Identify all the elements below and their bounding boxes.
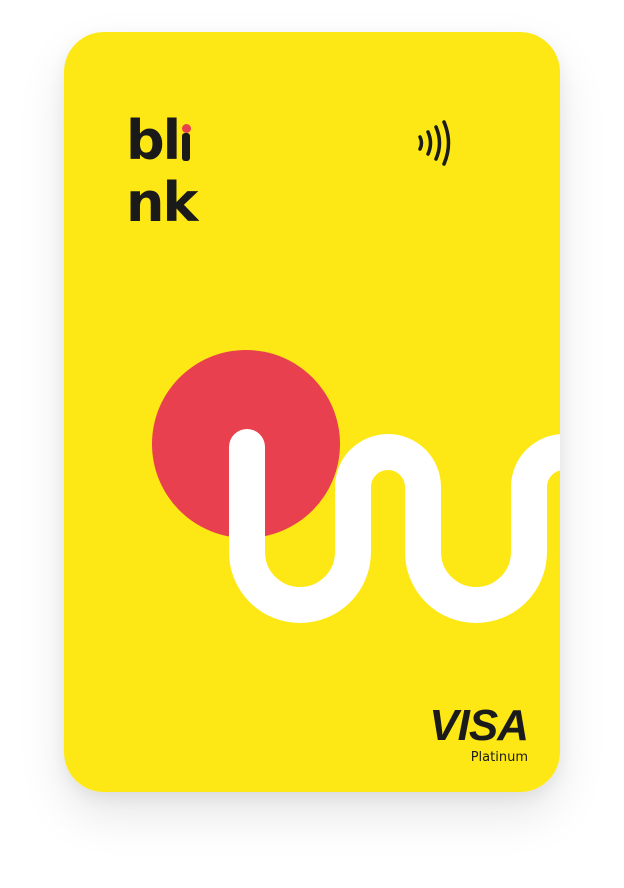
logo-text-prefix: bl (126, 109, 181, 172)
card-network: VISA Platinum (388, 701, 529, 766)
logo-letter-i (179, 110, 193, 172)
blink-logo: bl nk (126, 109, 246, 234)
card-tier-label: Platinum (470, 750, 528, 765)
logo-dot (181, 124, 191, 133)
payment-card: bl nk VISA Platinum (64, 32, 560, 792)
contactless-icon (418, 120, 451, 166)
page: bl nk VISA Platinum (0, 0, 624, 888)
visa-logo: VISA (429, 701, 529, 750)
logo-text-suffix: nk (126, 171, 198, 234)
